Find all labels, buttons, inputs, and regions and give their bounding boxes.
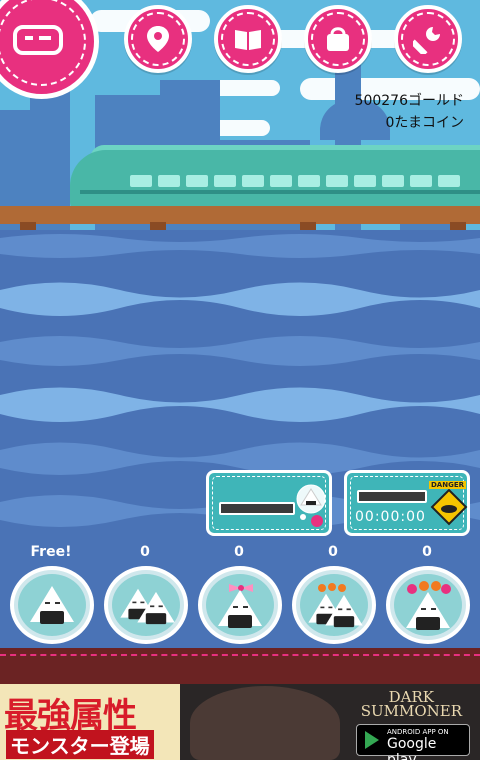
onigiri-single-icon	[30, 586, 74, 624]
danger-label: DANGER	[429, 481, 467, 489]
ad-subline: モンスター登場	[6, 730, 154, 759]
slot-count-1: Free!	[30, 544, 72, 560]
slot-count-4: 0	[328, 544, 338, 560]
map-pin-button[interactable]	[124, 5, 192, 73]
monster-image	[190, 686, 340, 760]
onigiri-progress-bar	[219, 502, 295, 515]
gold-amount: 500276ゴールド	[354, 93, 464, 109]
ad-banner[interactable]: 最強属性 モンスター登場 DARK SUMMONER ANDROID APP O…	[0, 684, 480, 760]
onigiri-bubble-icon	[296, 484, 326, 527]
google-play-badge[interactable]: ANDROID APP ON Google play	[356, 724, 470, 760]
gear-icon	[13, 25, 63, 55]
onigiri-progress-panel[interactable]	[206, 470, 332, 536]
wrench-button[interactable]	[394, 5, 462, 73]
danger-progress-bar	[357, 490, 427, 503]
onigiri-slot-5[interactable]	[386, 566, 470, 644]
onigiri-double-icon	[116, 585, 176, 625]
onigiri-slot-3[interactable]	[198, 566, 282, 644]
danger-timer-panel[interactable]: 00:00:00 DANGER	[344, 470, 470, 536]
bag-icon	[327, 27, 349, 51]
slot-count-2: 0	[140, 544, 150, 560]
slot-count-3: 0	[234, 544, 244, 560]
wrench-icon	[413, 27, 440, 54]
book-icon	[235, 30, 261, 50]
onigiri-slot-4[interactable]	[292, 566, 376, 644]
onigiri-salmon-roe-icon	[304, 582, 364, 628]
map-pin-icon	[147, 26, 169, 52]
play-icon	[365, 731, 379, 749]
coin-amount: 0たまコイン	[385, 115, 465, 131]
danger-sign-icon	[430, 488, 468, 526]
onigiri-slot-1[interactable]	[10, 566, 94, 644]
currency-display: 500276ゴールド 0たまコイン	[355, 90, 464, 134]
bag-button[interactable]	[304, 5, 372, 73]
onigiri-bow-icon	[215, 582, 265, 628]
ground-strip	[0, 648, 480, 684]
onigiri-slot-2[interactable]	[104, 566, 188, 644]
book-button[interactable]	[214, 5, 282, 73]
onigiri-ikura-crown-icon	[400, 580, 456, 630]
danger-timer: 00:00:00	[355, 509, 426, 525]
slot-count-5: 0	[422, 544, 432, 560]
ad-brand-logo: DARK SUMMONER	[360, 688, 462, 720]
